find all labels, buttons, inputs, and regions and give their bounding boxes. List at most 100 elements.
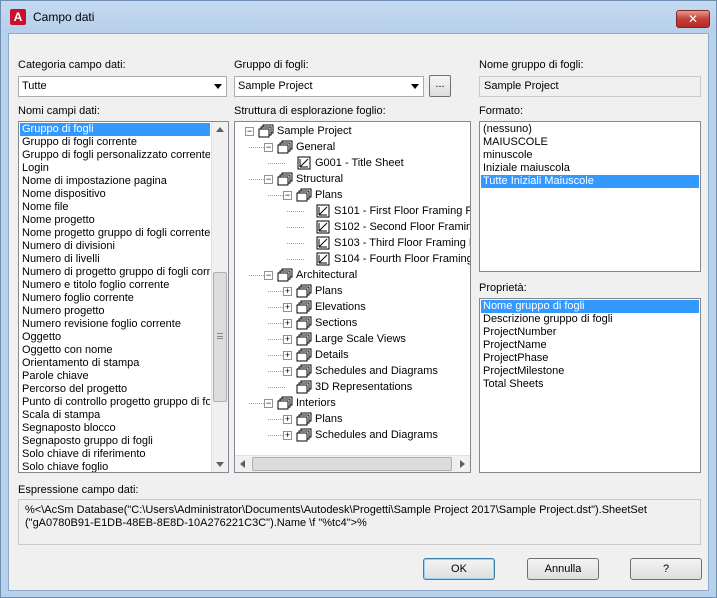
collapse-icon[interactable]: −	[283, 191, 292, 200]
nomi-campi-list-item[interactable]: Orientamento di stampa	[20, 357, 210, 370]
expand-icon[interactable]: +	[283, 303, 292, 312]
scroll-left-button[interactable]	[235, 456, 251, 472]
nomi-campi-list-item[interactable]: Gruppo di fogli corrente	[20, 136, 210, 149]
scroll-right-button[interactable]	[454, 456, 470, 472]
expand-icon[interactable]: +	[283, 431, 292, 440]
nomi-campi-list-item[interactable]: Login	[20, 162, 210, 175]
nomi-campi-list-item[interactable]: Numero revisione foglio corrente	[20, 318, 210, 331]
nomi-campi-list-item[interactable]: Solo chiave foglio	[20, 461, 210, 472]
nomi-campi-list-item[interactable]: Numero di progetto gruppo di fogli corre…	[20, 266, 210, 279]
tree-node[interactable]: − Structural	[235, 171, 470, 187]
proprieta-list-item[interactable]: Descrizione gruppo di fogli	[481, 313, 699, 326]
proprieta-list-item[interactable]: ProjectName	[481, 339, 699, 352]
nomi-campi-list-item[interactable]: Gruppo di fogli personalizzato corrente	[20, 149, 210, 162]
tree-node[interactable]: − Sample Project	[235, 123, 470, 139]
proprieta-listbox[interactable]: Nome gruppo di fogli Descrizione gruppo d…	[479, 298, 701, 473]
tree-node[interactable]: + Details	[235, 347, 470, 363]
browse-button[interactable]: ...	[429, 75, 451, 97]
help-button[interactable]: ?	[630, 558, 702, 580]
struttura-tree[interactable]: − Sample Project − General G001 - Title Shee…	[234, 121, 471, 473]
formato-list-item[interactable]: MAIUSCOLE	[481, 136, 699, 149]
window-title: Campo dati	[33, 10, 95, 24]
tree-node[interactable]: − Architectural	[235, 267, 470, 283]
tree-node[interactable]: S101 - First Floor Framing Plan	[235, 203, 470, 219]
nomi-campi-list-item[interactable]: Punto di controllo progetto gruppo di fo…	[20, 396, 210, 409]
tree-node[interactable]: + Large Scale Views	[235, 331, 470, 347]
formato-list-item[interactable]: (nessuno)	[481, 123, 699, 136]
collapse-icon[interactable]: −	[264, 399, 273, 408]
tree-node[interactable]: − General	[235, 139, 470, 155]
scroll-thumb[interactable]	[252, 457, 452, 471]
tree-node-label: General	[296, 141, 336, 153]
nomi-campi-list-item[interactable]: Numero progetto	[20, 305, 210, 318]
expand-icon[interactable]: +	[283, 319, 292, 328]
formato-listbox[interactable]: (nessuno) MAIUSCOLE minuscole Iniziale maiu…	[479, 121, 701, 272]
proprieta-list-item[interactable]: Total Sheets	[481, 378, 699, 391]
tree-node[interactable]: + Schedules and Diagrams	[235, 363, 470, 379]
nomi-campi-list-item[interactable]: Numero di divisioni	[20, 240, 210, 253]
nomi-campi-list-item[interactable]: Numero di livelli	[20, 253, 210, 266]
tree-node[interactable]: − Plans	[235, 187, 470, 203]
nomi-campi-list-item[interactable]: Percorso del progetto	[20, 383, 210, 396]
nomi-campi-list-item[interactable]: Parole chiave	[20, 370, 210, 383]
title-bar[interactable]: A Campo dati ✕	[1, 1, 716, 33]
nomi-campi-list-item[interactable]: Oggetto	[20, 331, 210, 344]
expand-icon[interactable]: +	[283, 287, 292, 296]
nomi-campi-listbox[interactable]: Gruppo di fogli Gruppo di fogli corrente G…	[18, 121, 229, 473]
tree-node[interactable]: S104 - Fourth Floor Framing Plan	[235, 251, 470, 267]
grip-icon	[217, 333, 223, 339]
tree-node[interactable]: + Plans	[235, 411, 470, 427]
formato-list-item[interactable]: Tutte Iniziali Maiuscole	[481, 175, 699, 188]
proprieta-list-item[interactable]: ProjectMilestone	[481, 365, 699, 378]
formato-list-item[interactable]: Iniziale maiuscola	[481, 162, 699, 175]
nomi-campi-list-item[interactable]: Nome progetto	[20, 214, 210, 227]
nomi-campi-list-item[interactable]: Nome dispositivo	[20, 188, 210, 201]
nomi-campi-list-item[interactable]: Nome progetto gruppo di fogli corrente	[20, 227, 210, 240]
proprieta-list-item[interactable]: ProjectNumber	[481, 326, 699, 339]
tree-node[interactable]: + Elevations	[235, 299, 470, 315]
expand-icon[interactable]: +	[283, 335, 292, 344]
nomi-campi-list-item[interactable]: Segnaposto blocco	[20, 422, 210, 435]
tree-node-label: Elevations	[315, 301, 366, 313]
collapse-icon[interactable]: −	[264, 143, 273, 152]
expand-icon[interactable]: +	[283, 367, 292, 376]
nomi-campi-list-item[interactable]: Numero e titolo foglio corrente	[20, 279, 210, 292]
gruppo-fogli-combobox[interactable]: Sample Project	[234, 76, 424, 97]
close-button[interactable]: ✕	[676, 10, 710, 28]
formato-list-item[interactable]: minuscole	[481, 149, 699, 162]
nomi-vertical-scrollbar[interactable]	[211, 122, 228, 472]
tree-node[interactable]: 3D Representations	[235, 379, 470, 395]
proprieta-list-item[interactable]: ProjectPhase	[481, 352, 699, 365]
collapse-icon[interactable]: −	[264, 175, 273, 184]
tree-connector	[287, 227, 304, 228]
scroll-up-button[interactable]	[212, 122, 228, 138]
nomi-campi-list-item[interactable]: Nome di impostazione pagina	[20, 175, 210, 188]
collapse-icon[interactable]: −	[264, 271, 273, 280]
expand-icon[interactable]: +	[283, 351, 292, 360]
nomi-campi-list-item[interactable]: Solo chiave di riferimento	[20, 448, 210, 461]
nomi-campi-list-item[interactable]: Gruppo di fogli	[20, 123, 210, 136]
tree-node[interactable]: + Schedules and Diagrams	[235, 427, 470, 443]
expand-icon[interactable]: +	[283, 415, 292, 424]
annulla-button[interactable]: Annulla	[527, 558, 599, 580]
nomi-campi-list-item[interactable]: Scala di stampa	[20, 409, 210, 422]
nomi-campi-list-item[interactable]: Oggetto con nome	[20, 344, 210, 357]
tree-node[interactable]: + Plans	[235, 283, 470, 299]
proprieta-list-item[interactable]: Nome gruppo di fogli	[481, 300, 699, 313]
tree-node-label: S103 - Third Floor Framing Plan	[334, 237, 470, 249]
tree-horizontal-scrollbar[interactable]	[235, 455, 470, 472]
tree-node[interactable]: S102 - Second Floor Framing Plan	[235, 219, 470, 235]
tree-node[interactable]: − Interiors	[235, 395, 470, 411]
collapse-icon[interactable]: −	[245, 127, 254, 136]
ok-button[interactable]: OK	[423, 558, 495, 580]
categoria-combobox[interactable]: Tutte	[18, 76, 227, 97]
nomi-campi-list-item[interactable]: Segnaposto gruppo di fogli	[20, 435, 210, 448]
subset-icon	[277, 396, 293, 410]
tree-node[interactable]: G001 - Title Sheet	[235, 155, 470, 171]
scroll-down-button[interactable]	[212, 456, 228, 472]
nomi-campi-list-item[interactable]: Numero foglio corrente	[20, 292, 210, 305]
tree-node[interactable]: + Sections	[235, 315, 470, 331]
scroll-thumb[interactable]	[213, 272, 227, 402]
nomi-campi-list-item[interactable]: Nome file	[20, 201, 210, 214]
tree-node[interactable]: S103 - Third Floor Framing Plan	[235, 235, 470, 251]
